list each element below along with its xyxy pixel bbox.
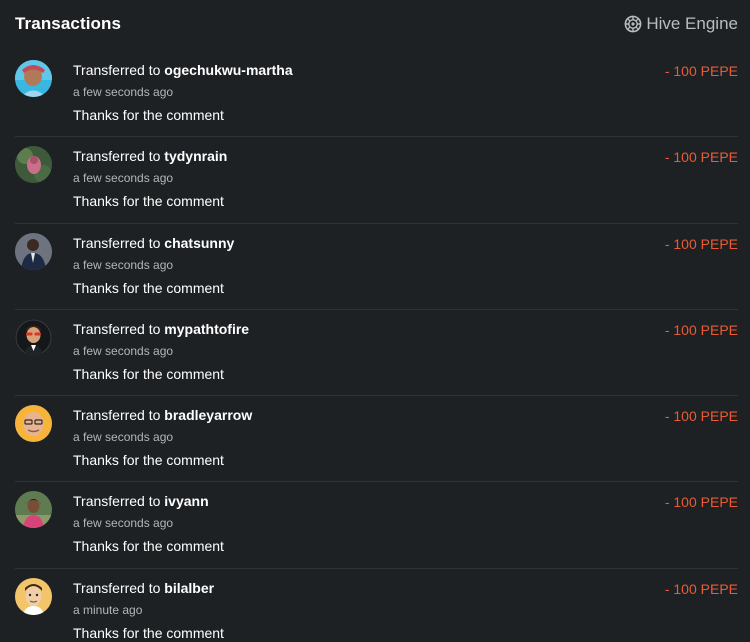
memo-text: Thanks for the comment (73, 365, 224, 382)
amount-value: - 100 PEPE (664, 321, 738, 338)
amount-value: - 100 PEPE (664, 494, 738, 511)
timestamp: a few seconds ago (73, 343, 174, 358)
transfer-label: Transferred to (73, 148, 165, 165)
recipient-link[interactable]: chatsunny (164, 235, 234, 251)
transfer-label: Transferred to (73, 320, 165, 337)
transfer-label: Transferred to (73, 493, 165, 510)
row-divider (15, 567, 738, 569)
hive-engine-logo-icon (624, 15, 642, 33)
row-divider (15, 222, 738, 224)
row-divider (15, 136, 738, 138)
memo-text: Thanks for the comment (73, 624, 224, 641)
user-avatar[interactable] (15, 405, 52, 443)
row-divider (15, 481, 738, 483)
timestamp: a minute ago (73, 602, 143, 617)
recipient-link[interactable]: bilalber (164, 580, 214, 596)
transfer-label: Transferred to (73, 62, 165, 78)
memo-text: Thanks for the comment (73, 279, 224, 296)
transaction-row: Transferred to ogechukwu-martha a few se… (0, 50, 750, 136)
recipient-link[interactable]: ogechukwu-martha (164, 62, 292, 78)
transaction-row: Transferred to ivyann a few seconds ago … (0, 481, 750, 567)
row-divider (15, 395, 738, 397)
memo-text: Thanks for the comment (73, 107, 224, 123)
transaction-row: Transferred to bradleyarrow a few second… (0, 395, 750, 481)
timestamp: a few seconds ago (73, 171, 174, 186)
transfer-label: Transferred to (73, 407, 165, 424)
recipient-link[interactable]: bradleyarrow (164, 407, 252, 423)
transaction-row: Transferred to chatsunny a few seconds a… (0, 222, 750, 309)
panel-header: Transactions Hive Engine (0, 0, 750, 48)
transfer-label: Transferred to (73, 579, 165, 596)
timestamp: a few seconds ago (73, 430, 174, 445)
amount-value: - 100 PEPE (664, 63, 738, 79)
memo-text: Thanks for the comment (73, 193, 224, 210)
user-avatar[interactable] (15, 491, 52, 529)
timestamp: a few seconds ago (73, 257, 174, 272)
row-divider (15, 308, 738, 310)
user-avatar[interactable] (15, 577, 52, 615)
panel-title: Transactions (15, 14, 122, 33)
amount-value: - 100 PEPE (664, 235, 738, 252)
transactions-panel: Transactions Hive Engine Transferred to … (0, 0, 750, 642)
transaction-list: Transferred to ogechukwu-martha a few se… (0, 50, 750, 642)
transaction-row: Transferred to bilalber a minute ago Tha… (0, 567, 750, 642)
user-avatar[interactable] (15, 60, 52, 97)
recipient-link[interactable]: tydynrain (164, 148, 227, 164)
user-avatar[interactable] (15, 232, 52, 270)
timestamp: a few seconds ago (73, 516, 174, 531)
memo-text: Thanks for the comment (73, 452, 224, 469)
transaction-row: Transferred to tydynrain a few seconds a… (0, 136, 750, 222)
memo-text: Thanks for the comment (73, 538, 224, 555)
transfer-label: Transferred to (73, 234, 165, 251)
recipient-link[interactable]: ivyann (164, 493, 208, 509)
hive-engine-label: Hive Engine (646, 14, 738, 33)
recipient-link[interactable]: mypathtofire (164, 321, 249, 337)
transaction-row: Transferred to mypathtofire a few second… (0, 308, 750, 395)
user-avatar[interactable] (15, 146, 52, 184)
amount-value: - 100 PEPE (664, 580, 738, 597)
user-avatar[interactable] (15, 318, 52, 356)
amount-value: - 100 PEPE (664, 149, 738, 166)
hive-engine-link[interactable]: Hive Engine (624, 14, 738, 34)
timestamp: a few seconds ago (73, 85, 174, 99)
amount-value: - 100 PEPE (664, 408, 738, 425)
